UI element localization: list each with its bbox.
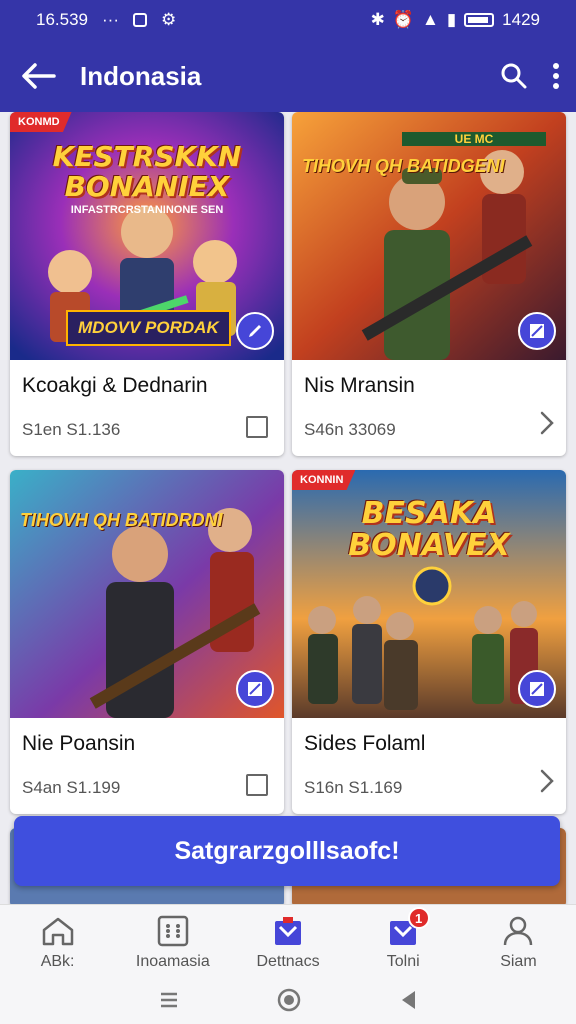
status-time: 16.539 — [36, 10, 88, 29]
notification-icon — [132, 13, 147, 27]
alarm-icon: ⏰ — [392, 10, 414, 29]
grid-icon — [157, 915, 189, 947]
game-title-art: BESAKA BONAVEX — [348, 496, 510, 563]
nav-item-tolni[interactable]: 1 Tolni — [346, 905, 461, 980]
game-meta: S46n 33069 — [304, 420, 396, 439]
nav-label: Inoamasia — [135, 952, 210, 970]
bag-icon — [272, 915, 304, 947]
game-logo-art: UE MC — [402, 132, 546, 146]
nav-item-siam[interactable]: Siam — [461, 905, 576, 980]
game-card[interactable]: KONMD KESTRSKKN BONANIEX INFASTRCRSTANIN… — [10, 112, 284, 456]
category-badge: KONMD — [10, 112, 72, 132]
status-dots: ··· — [102, 10, 119, 29]
battery-icon — [464, 13, 495, 27]
back-button-icon[interactable] — [399, 989, 417, 1016]
game-thumbnail: KONMD KESTRSKKN BONANIEX INFASTRCRSTANIN… — [10, 112, 284, 360]
game-thumbnail: TIHOVH QH BATIDRDNI — [10, 470, 284, 718]
edit-icon[interactable] — [236, 312, 274, 350]
nav-item-indonasia[interactable]: Inoamasia — [115, 905, 230, 980]
edit-icon[interactable] — [518, 670, 556, 708]
chevron-right-icon[interactable] — [540, 769, 554, 798]
game-card[interactable]: KONNIN BESAKA BONAVEX Sides Folaml S16n … — [292, 470, 566, 814]
game-card[interactable]: TIHOVH QH BATIDGENI UE MC Nis Mransin S4… — [292, 112, 566, 456]
notification-badge: 1 — [407, 907, 430, 929]
chevron-right-icon[interactable] — [540, 411, 554, 440]
system-navigation — [0, 980, 576, 1024]
bluetooth-icon: ✱ — [370, 10, 385, 29]
more-vert-icon[interactable] — [552, 62, 560, 90]
game-title-art: KESTRSKKN BONANIEX — [52, 140, 242, 203]
person-icon — [503, 915, 533, 947]
bottom-navigation: ABk: Inoamasia Dettnacs 1 Tolni Siam — [0, 904, 576, 980]
game-name: Nis Mransin — [304, 374, 415, 397]
back-arrow-icon[interactable] — [16, 54, 60, 98]
nav-label: Tolni — [386, 952, 420, 970]
select-checkbox[interactable] — [246, 774, 268, 796]
recent-apps-icon[interactable] — [159, 991, 179, 1014]
game-brand-art: MDOVV PORDAK — [66, 310, 231, 346]
edit-icon[interactable] — [236, 670, 274, 708]
nav-item-dettnacs[interactable]: Dettnacs — [230, 905, 345, 980]
game-name: Nie Poansin — [22, 732, 136, 755]
battery-percentage: 1429 — [502, 10, 540, 29]
game-thumbnail: KONNIN BESAKA BONAVEX — [292, 470, 566, 718]
wifi-icon: ▲ — [421, 10, 439, 29]
status-bar: 16.539 ··· ⚙ ✱ ⏰ ▲ ▮ 1429 — [0, 0, 576, 40]
home-button-icon[interactable] — [276, 987, 302, 1018]
category-badge: KONNIN — [292, 470, 356, 490]
game-meta: S16n S1.169 — [304, 778, 403, 797]
game-thumbnail: TIHOVH QH BATIDGENI UE MC — [292, 112, 566, 360]
nav-label: Siam — [500, 952, 537, 970]
nav-label: Dettnacs — [256, 952, 320, 970]
select-checkbox[interactable] — [246, 416, 268, 438]
game-name: Sides Folaml — [304, 732, 426, 755]
search-icon[interactable] — [500, 62, 528, 90]
game-grid: KONMD KESTRSKKN BONANIEX INFASTRCRSTANIN… — [0, 112, 576, 904]
game-subtitle-art: INFASTRCRSTANINONE SEN — [70, 204, 224, 216]
game-tagline-art: TIHOVH QH BATIDRDNI — [20, 510, 223, 530]
nav-label: ABk: — [40, 952, 75, 970]
game-meta: S1en S1.136 — [22, 420, 121, 439]
game-tagline-art: TIHOVH QH BATIDGENI — [302, 156, 505, 176]
game-name: Kcoakgi & Dednarin — [22, 374, 208, 397]
signal-icon: ▮ — [446, 10, 457, 29]
page-title: Indonasia — [80, 60, 202, 91]
nav-item-home[interactable]: ABk: — [0, 905, 115, 980]
game-meta: S4an S1.199 — [22, 778, 121, 797]
home-icon — [41, 915, 75, 947]
game-card[interactable]: TIHOVH QH BATIDRDNI Nie Poansin S4an S1.… — [10, 470, 284, 814]
gear-icon: ⚙ — [160, 10, 177, 29]
primary-cta-button[interactable]: Satgrarzgolllsaofc! — [14, 816, 560, 886]
edit-icon[interactable] — [518, 312, 556, 350]
app-bar: Indonasia — [0, 40, 576, 112]
